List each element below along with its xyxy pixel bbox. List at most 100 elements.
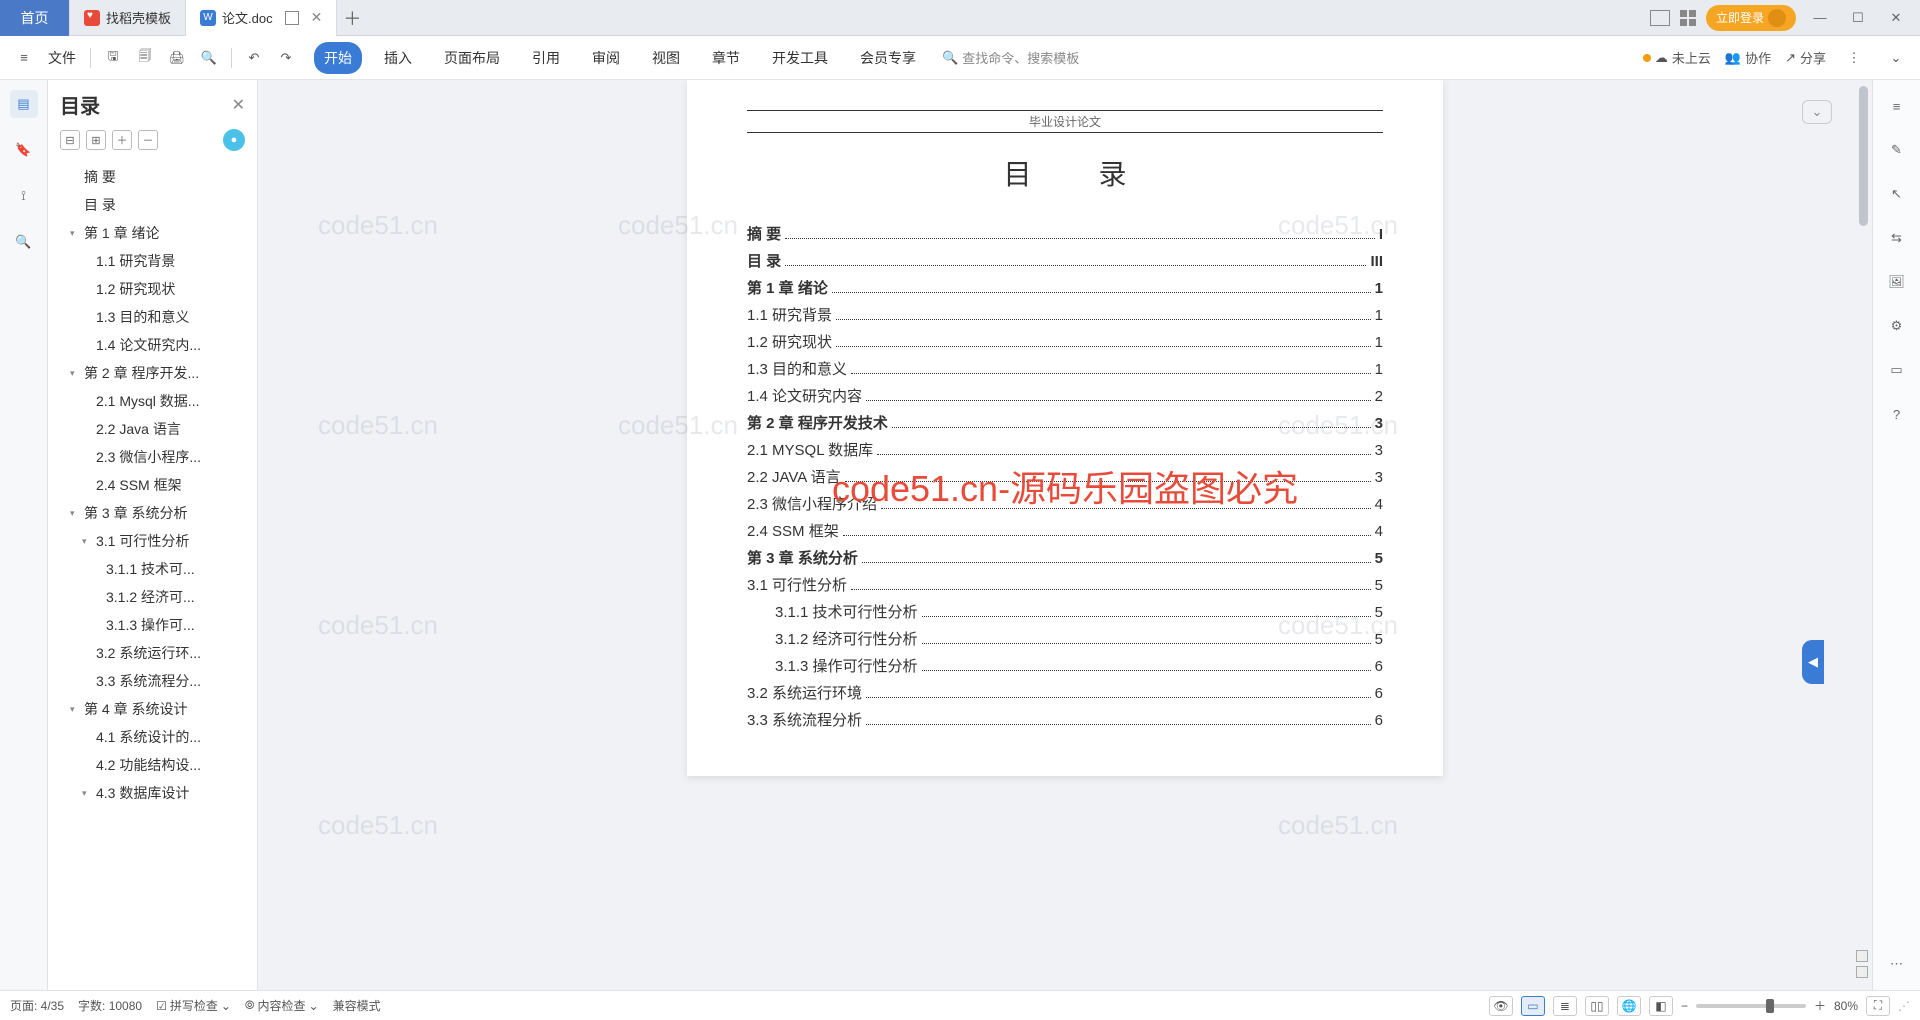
toc-row[interactable]: 3.1.3 操作可行性分析6 <box>747 655 1383 676</box>
view-toggle-pill[interactable]: ⌄ <box>1802 100 1832 124</box>
outline-node[interactable]: ▾第 3 章 系统分析 <box>48 499 257 527</box>
zoom-out-button[interactable]: − <box>1681 999 1688 1013</box>
status-wordcount[interactable]: 字数: 10080 <box>78 997 142 1014</box>
save-icon[interactable]: 🖫 <box>99 44 127 72</box>
zoom-thumb[interactable] <box>1766 999 1774 1013</box>
toc-row[interactable]: 1.2 研究现状1 <box>747 331 1383 352</box>
tab-templates[interactable]: 找稻壳模板 <box>70 0 186 36</box>
add-icon[interactable]: ＋ <box>112 130 132 150</box>
maximize-button[interactable]: ☐ <box>1844 10 1872 26</box>
toc-row[interactable]: 1.4 论文研究内容2 <box>747 385 1383 406</box>
settings-icon[interactable]: ⇆ <box>1885 226 1909 250</box>
toc-row[interactable]: 目 录III <box>747 250 1383 271</box>
minimize-button[interactable]: — <box>1806 10 1834 25</box>
more-dots-icon[interactable]: ⋯ <box>1885 952 1909 976</box>
cursor-icon[interactable]: ↖ <box>1885 182 1909 206</box>
help-icon[interactable]: ? <box>1885 402 1909 426</box>
close-tab-icon[interactable]: ✕ <box>311 9 323 26</box>
outline-node[interactable]: 3.1.2 经济可... <box>48 583 257 611</box>
collapse-ribbon-icon[interactable]: ⌄ <box>1882 44 1910 72</box>
gear-icon[interactable]: ⚙ <box>1885 314 1909 338</box>
tab-home[interactable]: 首页 <box>0 0 70 36</box>
side-panel-toggle[interactable]: ◀ <box>1802 640 1824 684</box>
outline-badge-icon[interactable]: ● <box>223 129 245 151</box>
toc-row[interactable]: 3.2 系统运行环境6 <box>747 682 1383 703</box>
reading-view-icon[interactable]: ▯▯ <box>1585 996 1609 1016</box>
resize-grip-icon[interactable]: ⋰ <box>1898 999 1910 1013</box>
toc-row[interactable]: 3.1.1 技术可行性分析5 <box>747 601 1383 622</box>
outline-node[interactable]: 2.4 SSM 框架 <box>48 471 257 499</box>
split-window-icon[interactable] <box>285 11 299 25</box>
toc-row[interactable]: 第 3 章 系统分析5 <box>747 547 1383 568</box>
outline-node[interactable]: 4.2 功能结构设... <box>48 751 257 779</box>
redo-icon[interactable]: ↷ <box>272 44 300 72</box>
hamburger-icon[interactable]: ≡ <box>10 44 38 72</box>
new-tab-button[interactable]: ＋ <box>337 5 367 31</box>
toc-row[interactable]: 1.3 目的和意义1 <box>747 358 1383 379</box>
bookmark-icon[interactable]: 🔖 <box>10 136 38 164</box>
toc-row[interactable]: 3.1.2 经济可行性分析5 <box>747 628 1383 649</box>
login-button[interactable]: 立即登录 <box>1706 5 1796 31</box>
apps-grid-icon[interactable] <box>1680 10 1696 26</box>
vertical-scrollbar[interactable] <box>1856 80 1870 990</box>
outline-node[interactable]: 1.4 论文研究内... <box>48 331 257 359</box>
tab-document[interactable]: 论文.doc ✕ <box>186 0 337 36</box>
status-contentcheck[interactable]: ⦾内容检查 ⌄ <box>245 997 319 1014</box>
outline-node[interactable]: 1.3 目的和意义 <box>48 303 257 331</box>
collapse-all-icon[interactable]: ⊟ <box>60 130 80 150</box>
pen-icon[interactable]: ✎ <box>1885 138 1909 162</box>
collaborate-button[interactable]: 👥协作 <box>1725 48 1771 67</box>
eye-icon[interactable]: 👁 <box>1489 996 1513 1016</box>
outline-node[interactable]: 摘 要 <box>48 163 257 191</box>
toc-row[interactable]: 2.2 JAVA 语言3 <box>747 466 1383 487</box>
menu-start[interactable]: 开始 <box>314 42 362 74</box>
toc-row[interactable]: 摘 要I <box>747 223 1383 244</box>
fullscreen-icon[interactable]: ⛶ <box>1866 996 1890 1016</box>
status-page[interactable]: 页面: 4/35 <box>10 997 64 1014</box>
outline-node[interactable]: ▾第 2 章 程序开发... <box>48 359 257 387</box>
toc-row[interactable]: 3.3 系统流程分析6 <box>747 709 1383 730</box>
remove-icon[interactable]: － <box>138 130 158 150</box>
expand-all-icon[interactable]: ⊞ <box>86 130 106 150</box>
menu-review[interactable]: 审阅 <box>582 42 630 74</box>
outline-node[interactable]: 3.3 系统流程分... <box>48 667 257 695</box>
close-window-button[interactable]: ✕ <box>1882 10 1910 26</box>
toc-row[interactable]: 2.1 MYSQL 数据库3 <box>747 439 1383 460</box>
focus-view-icon[interactable]: ◧ <box>1649 996 1673 1016</box>
scroll-arrow-down-icon[interactable] <box>1856 966 1868 978</box>
outline-node[interactable]: 2.3 微信小程序... <box>48 443 257 471</box>
file-menu[interactable]: 文件 <box>42 48 82 68</box>
web-view-icon[interactable]: 🌐 <box>1617 996 1641 1016</box>
undo-icon[interactable]: ↶ <box>240 44 268 72</box>
menu-view[interactable]: 视图 <box>642 42 690 74</box>
toc-row[interactable]: 2.3 微信小程序介绍4 <box>747 493 1383 514</box>
menu-insert[interactable]: 插入 <box>374 42 422 74</box>
page-view-icon[interactable]: ▭ <box>1521 996 1545 1016</box>
menu-page-layout[interactable]: 页面布局 <box>434 42 510 74</box>
outline-node[interactable]: ▾4.3 数据库设计 <box>48 779 257 807</box>
outline-node[interactable]: ▾3.1 可行性分析 <box>48 527 257 555</box>
menu-chapters[interactable]: 章节 <box>702 42 750 74</box>
cloud-status[interactable]: ☁未上云 <box>1643 48 1711 67</box>
save-as-icon[interactable]: 🗐 <box>131 44 159 72</box>
zoom-in-button[interactable]: ＋ <box>1814 997 1826 1014</box>
scrollbar-thumb[interactable] <box>1859 86 1868 226</box>
outline-node[interactable]: 3.2 系统运行环... <box>48 639 257 667</box>
status-compat[interactable]: 兼容模式 <box>333 997 381 1014</box>
ribbon-bookmark-icon[interactable]: ⟟ <box>10 182 38 210</box>
outline-node[interactable]: 1.1 研究背景 <box>48 247 257 275</box>
toc-row[interactable]: 3.1 可行性分析5 <box>747 574 1383 595</box>
outline-node[interactable]: 1.2 研究现状 <box>48 275 257 303</box>
outline-node[interactable]: 3.1.3 操作可... <box>48 611 257 639</box>
toc-row[interactable]: 第 2 章 程序开发技术3 <box>747 412 1383 433</box>
outline-node[interactable]: ▾第 1 章 绪论 <box>48 219 257 247</box>
command-search[interactable]: 🔍 查找命令、搜索模板 <box>942 48 1079 67</box>
image-icon[interactable]: 🖼 <box>1885 270 1909 294</box>
device-icon[interactable]: ▭ <box>1885 358 1909 382</box>
status-spellcheck[interactable]: ☑拼写检查 ⌄ <box>156 997 231 1014</box>
menu-vip[interactable]: 会员专享 <box>850 42 926 74</box>
outline-node[interactable]: 2.2 Java 语言 <box>48 415 257 443</box>
reading-mode-icon[interactable] <box>1650 10 1670 26</box>
toc-row[interactable]: 1.1 研究背景1 <box>747 304 1383 325</box>
print-icon[interactable]: 🖨 <box>163 44 191 72</box>
